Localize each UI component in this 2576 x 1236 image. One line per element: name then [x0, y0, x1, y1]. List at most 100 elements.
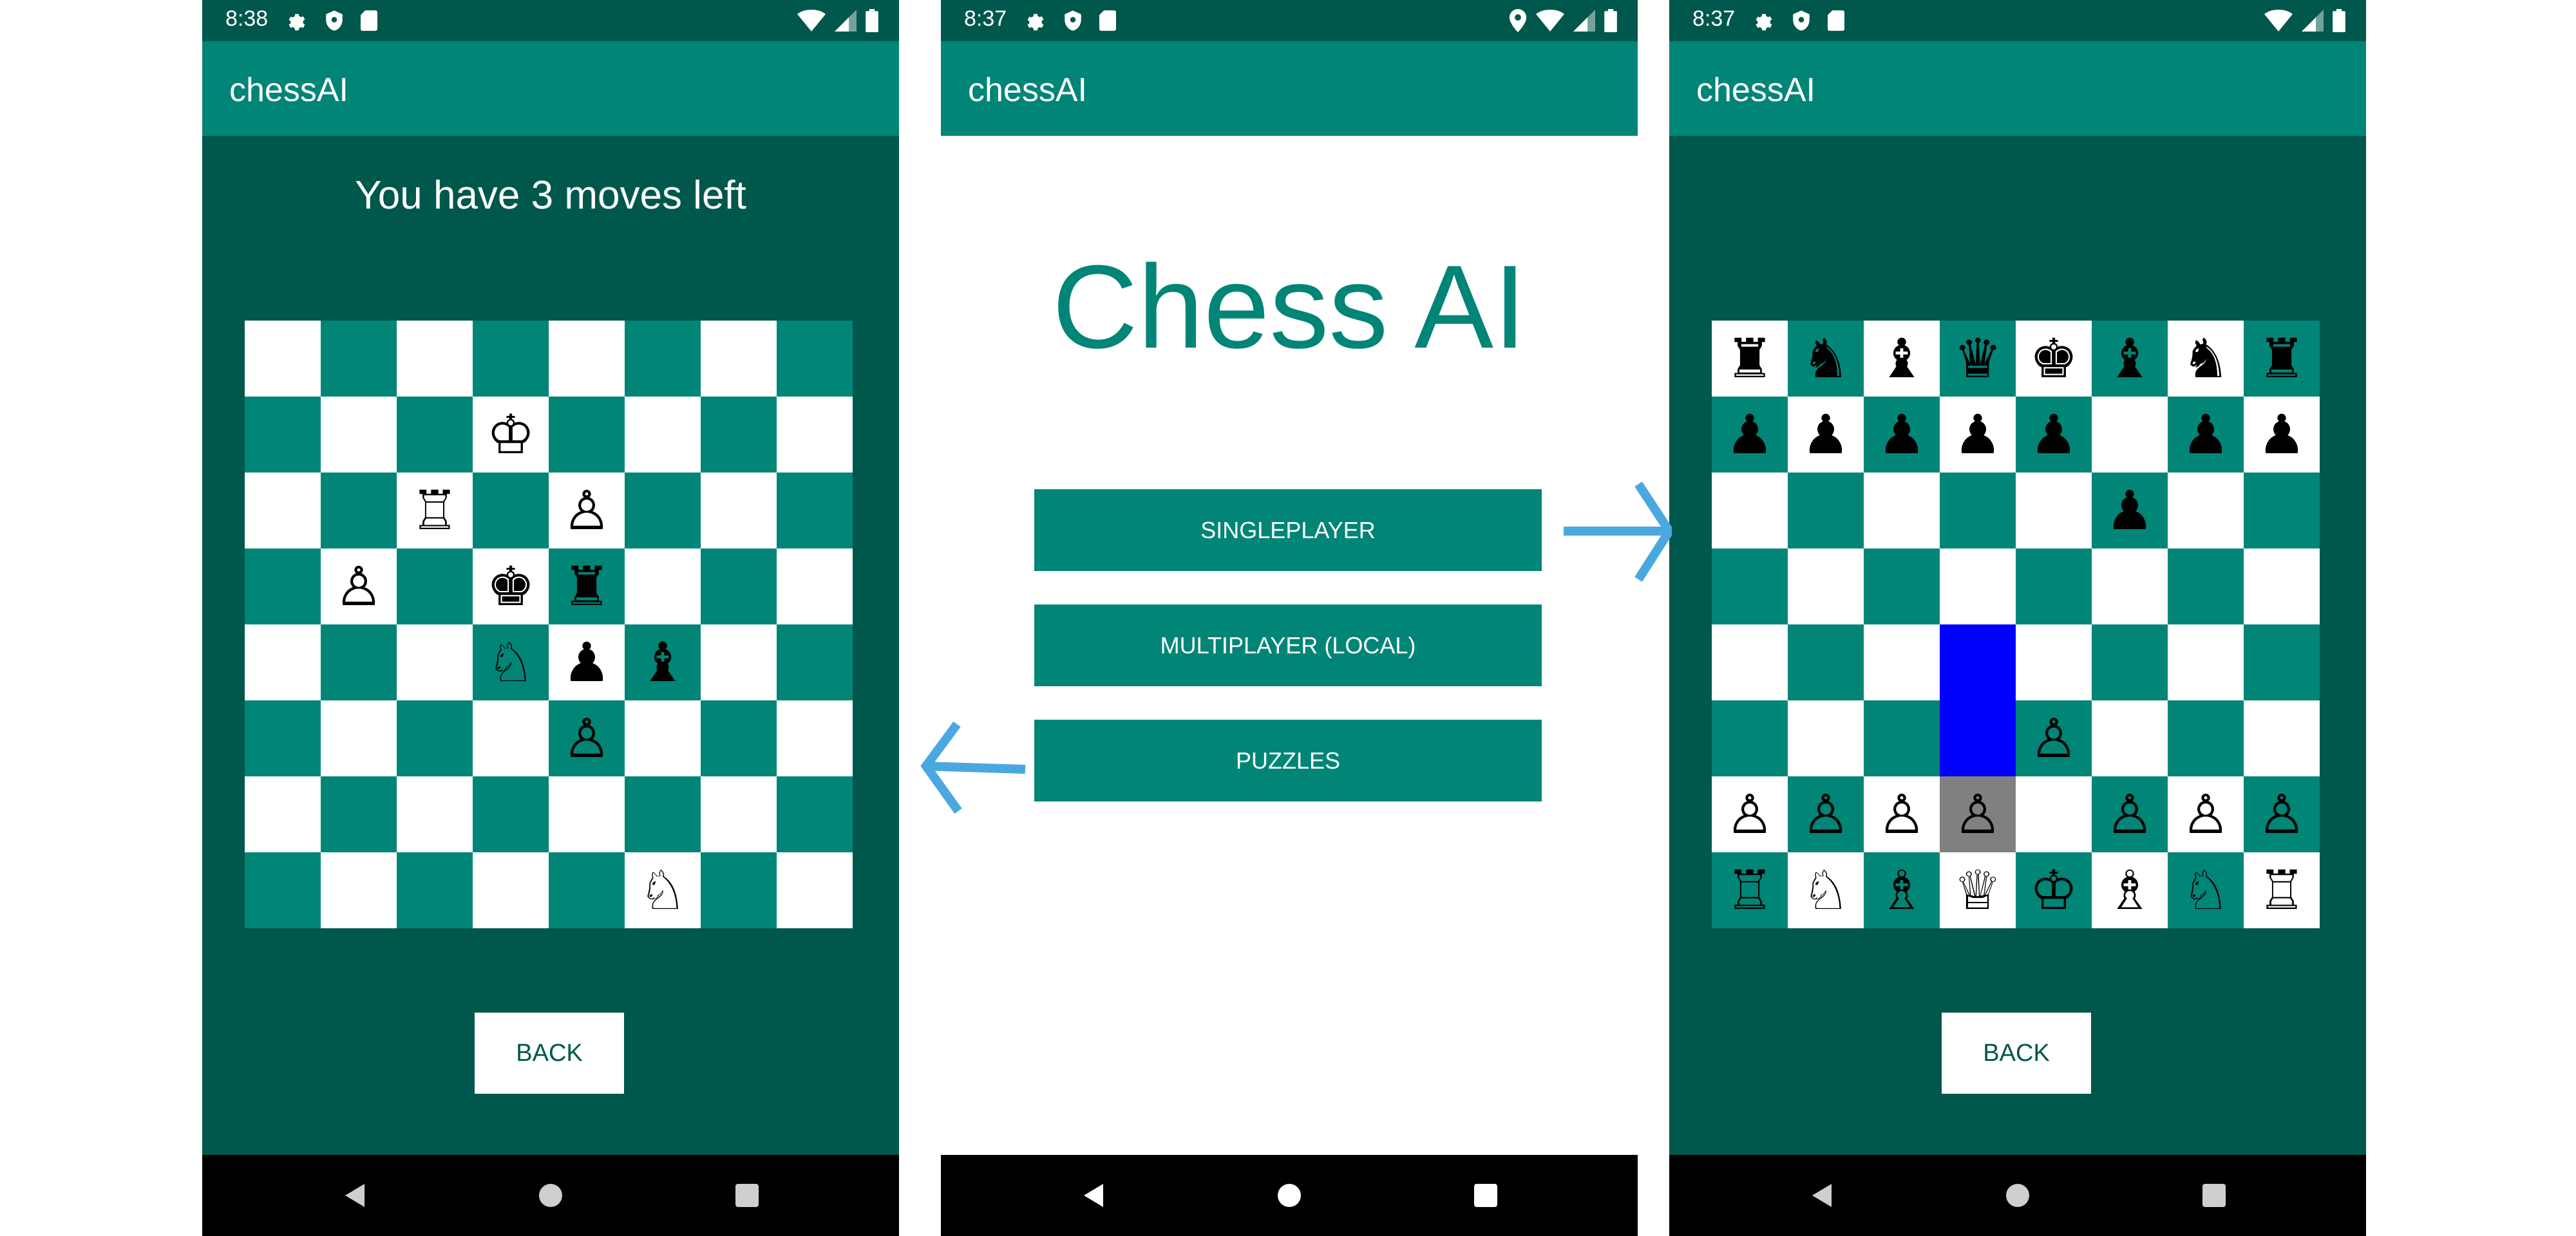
chess-piece[interactable]: ♘: [638, 863, 687, 917]
board-square[interactable]: [2244, 548, 2320, 624]
board-square[interactable]: [1788, 624, 1864, 700]
chess-piece[interactable]: ♚: [2029, 332, 2078, 386]
board-square[interactable]: [397, 776, 473, 852]
chess-piece[interactable]: ♙: [562, 483, 611, 538]
board-square[interactable]: ♝: [1864, 321, 1940, 397]
board-square[interactable]: ♙: [2016, 700, 2092, 776]
board-square[interactable]: ♟: [2168, 397, 2244, 473]
board-square[interactable]: [777, 473, 853, 548]
board-square[interactable]: [777, 321, 853, 397]
chess-piece[interactable]: ♗: [2105, 863, 2154, 917]
chess-piece[interactable]: ♜: [2257, 332, 2306, 386]
chess-piece[interactable]: ♟: [1801, 407, 1850, 462]
board-square[interactable]: ♙: [2092, 776, 2168, 852]
board-square[interactable]: [1788, 700, 1864, 776]
board-square[interactable]: ♟: [2016, 397, 2092, 473]
board-square[interactable]: [321, 776, 397, 852]
board-square[interactable]: ♘: [473, 624, 549, 700]
board-square[interactable]: ♘: [625, 852, 701, 928]
home-circle-icon[interactable]: [538, 1183, 564, 1212]
board-square[interactable]: [2168, 700, 2244, 776]
back-triangle-icon[interactable]: [1080, 1183, 1106, 1212]
board-square[interactable]: [2016, 776, 2092, 852]
board-square[interactable]: [1712, 473, 1788, 548]
chess-piece[interactable]: ♝: [1877, 332, 1926, 386]
chess-piece[interactable]: ♘: [1801, 863, 1850, 917]
board-square[interactable]: ♔: [2016, 852, 2092, 928]
board-square[interactable]: [473, 852, 549, 928]
board-square[interactable]: [701, 548, 777, 624]
chess-piece[interactable]: ♝: [638, 635, 687, 689]
chess-piece[interactable]: ♙: [1801, 787, 1850, 841]
chess-piece[interactable]: ♟: [2029, 407, 2078, 462]
board-square[interactable]: [549, 397, 625, 473]
board-square[interactable]: [1864, 700, 1940, 776]
chess-piece[interactable]: ♘: [486, 635, 535, 689]
board-square[interactable]: [625, 397, 701, 473]
chess-piece[interactable]: ♙: [562, 711, 611, 765]
chess-board[interactable]: ♔ ♖ ♙ ♙ ♚ ♜ ♘ ♟ ♝ ♙ ♘: [245, 321, 853, 928]
board-square[interactable]: [2244, 700, 2320, 776]
board-square[interactable]: ♔: [473, 397, 549, 473]
board-square[interactable]: ♙: [2168, 776, 2244, 852]
board-square[interactable]: [701, 397, 777, 473]
board-square[interactable]: [777, 776, 853, 852]
board-square[interactable]: [2092, 624, 2168, 700]
board-square[interactable]: [321, 473, 397, 548]
board-square[interactable]: [1940, 700, 2016, 776]
board-square[interactable]: [473, 321, 549, 397]
recents-square-icon[interactable]: [734, 1183, 760, 1212]
chess-piece[interactable]: ♙: [2181, 787, 2230, 841]
board-square[interactable]: [625, 700, 701, 776]
board-square[interactable]: ♟: [2244, 397, 2320, 473]
chess-piece[interactable]: ♞: [1801, 332, 1850, 386]
board-square[interactable]: ♖: [1712, 852, 1788, 928]
board-square[interactable]: [397, 700, 473, 776]
board-square[interactable]: [625, 473, 701, 548]
board-square[interactable]: [777, 700, 853, 776]
board-square[interactable]: ♟: [2092, 473, 2168, 548]
home-circle-icon[interactable]: [2005, 1183, 2031, 1212]
board-square[interactable]: [701, 321, 777, 397]
back-triangle-icon[interactable]: [1808, 1183, 1834, 1212]
singleplayer-button[interactable]: SINGLEPLAYER: [1034, 489, 1542, 571]
board-square[interactable]: [2168, 548, 2244, 624]
board-square[interactable]: [245, 776, 321, 852]
chess-piece[interactable]: ♔: [486, 407, 535, 462]
board-square[interactable]: [625, 776, 701, 852]
board-square[interactable]: ♙: [1940, 776, 2016, 852]
chess-piece[interactable]: ♟: [2257, 407, 2306, 462]
board-square[interactable]: ♜: [2244, 321, 2320, 397]
board-square[interactable]: [701, 776, 777, 852]
board-square[interactable]: [245, 397, 321, 473]
chess-piece[interactable]: ♟: [1877, 407, 1926, 462]
board-square[interactable]: ♟: [1940, 397, 2016, 473]
board-square[interactable]: ♚: [473, 548, 549, 624]
board-square[interactable]: [1788, 548, 1864, 624]
chess-piece[interactable]: ♖: [2257, 863, 2306, 917]
board-square[interactable]: [1712, 624, 1788, 700]
chess-piece[interactable]: ♞: [2181, 332, 2230, 386]
board-square[interactable]: [321, 321, 397, 397]
board-square[interactable]: [245, 321, 321, 397]
chess-piece[interactable]: ♙: [1953, 787, 2002, 841]
board-square[interactable]: ♖: [397, 473, 473, 548]
board-square[interactable]: ♟: [549, 624, 625, 700]
board-square[interactable]: [549, 852, 625, 928]
board-square[interactable]: [473, 700, 549, 776]
back-button[interactable]: BACK: [1942, 1013, 2091, 1094]
board-square[interactable]: [397, 548, 473, 624]
home-circle-icon[interactable]: [1276, 1183, 1302, 1212]
board-square[interactable]: [397, 321, 473, 397]
chess-piece[interactable]: ♟: [562, 635, 611, 689]
board-square[interactable]: ♚: [2016, 321, 2092, 397]
board-square[interactable]: ♙: [321, 548, 397, 624]
board-square[interactable]: [1940, 624, 2016, 700]
chess-board[interactable]: ♜ ♞ ♝ ♛ ♚ ♝ ♞ ♜ ♟ ♟ ♟ ♟ ♟ ♟ ♟ ♟ ♙ ♙ ♙ ♙ ♙ ♙ ♙ ♙ ♖ ♘ ♗ ♕ ♔ ♗ ♘ ♖: [1712, 321, 2320, 928]
board-square[interactable]: ♙: [1712, 776, 1788, 852]
chess-piece[interactable]: ♗: [1877, 863, 1926, 917]
chess-piece[interactable]: ♟: [1725, 407, 1774, 462]
board-square[interactable]: [2092, 700, 2168, 776]
board-square[interactable]: ♞: [2168, 321, 2244, 397]
recents-square-icon[interactable]: [1473, 1183, 1499, 1212]
